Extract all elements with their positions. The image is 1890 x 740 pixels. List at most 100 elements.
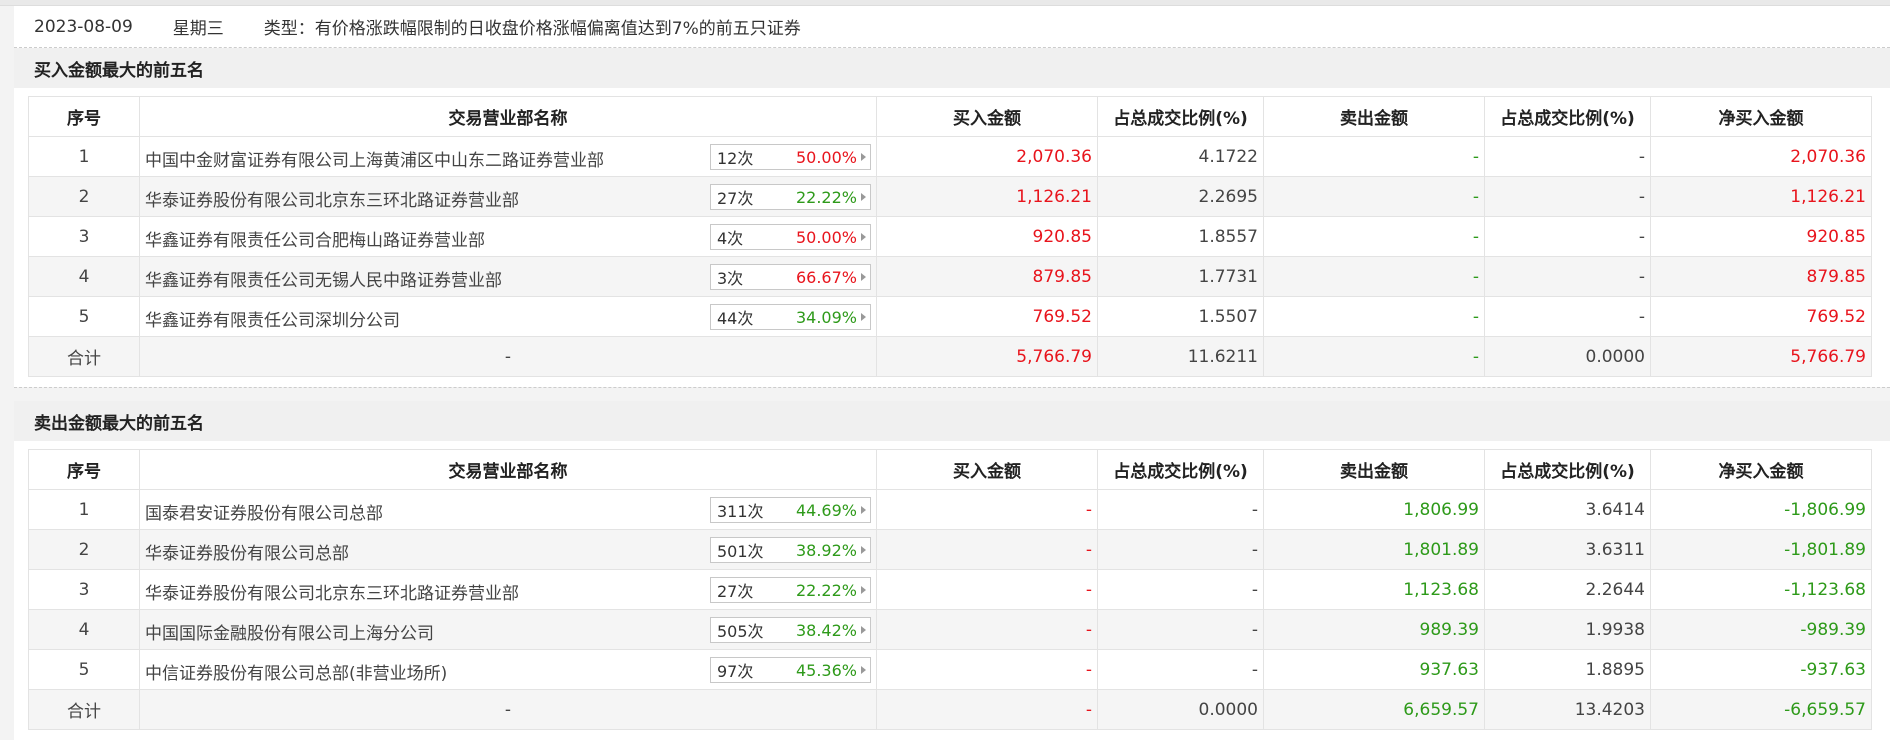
- sell-amount: 937.63: [1263, 649, 1485, 690]
- table-row: 4 华鑫证券有限责任公司无锡人民中路证券营业部 3次 66.67% 879.85 1.77…: [28, 256, 1872, 297]
- total-label: 合计: [28, 689, 140, 730]
- rank-count-badge[interactable]: 311次 44.69%: [710, 497, 871, 523]
- rank-count-badge[interactable]: 501次 38.92%: [710, 537, 871, 563]
- appearance-count: 12次: [717, 149, 754, 168]
- total-sell-amount: 6,659.57: [1263, 689, 1485, 730]
- rank-count-badge[interactable]: 505次 38.42%: [710, 617, 871, 643]
- branch-name-link[interactable]: 中国国际金融股份有限公司上海分公司: [145, 619, 434, 644]
- table-row: 4 中国国际金融股份有限公司上海分公司 505次 38.42% - -989.39 1.99…: [28, 609, 1872, 650]
- buy-table-body: 1 中国中金财富证券有限公司上海黄浦区中山东二路证券营业部 12次 50.00% 2,0…: [28, 136, 1872, 377]
- buy-table-box: 序号 交易营业部名称 买入金额 占总成交比例(%) 卖出金额 占总成交比例(%)…: [14, 88, 1890, 387]
- net-amount: 1,126.21: [1650, 176, 1872, 217]
- branch-name-cell: 国泰君安证券股份有限公司总部 311次 44.69%: [139, 489, 877, 530]
- total-label: 合计: [28, 336, 140, 377]
- rank-count-badge[interactable]: 97次 45.36%: [710, 657, 871, 683]
- buy-ratio: 4.1722: [1097, 136, 1264, 177]
- appearance-count: 3次: [717, 269, 744, 288]
- net-amount: -1,801.89: [1650, 529, 1872, 570]
- rank-count-badge[interactable]: 44次 34.09%: [710, 304, 871, 330]
- col-buy-amount: 买入金额: [876, 449, 1098, 490]
- branch-name-link[interactable]: 华泰证券股份有限公司北京东三环北路证券营业部: [145, 579, 519, 604]
- info-bar: 2023-08-09 星期三 类型：有价格涨跌幅限制的日收盘价格涨幅偏离值达到7…: [14, 6, 1890, 48]
- total-net-amount: -6,659.57: [1650, 689, 1872, 730]
- branch-name-link[interactable]: 华鑫证券有限责任公司深圳分公司: [145, 306, 400, 331]
- col-buy-ratio: 占总成交比例(%): [1097, 96, 1264, 137]
- sell-ratio: -: [1484, 296, 1651, 337]
- rank-count-badge[interactable]: 4次 50.00%: [710, 224, 871, 250]
- badge-percent-wrap: 50.00%: [796, 148, 866, 167]
- col-buy-amount: 买入金额: [876, 96, 1098, 137]
- buy-ratio: -: [1097, 569, 1264, 610]
- branch-name-cell: 华鑫证券有限责任公司无锡人民中路证券营业部 3次 66.67%: [139, 256, 877, 297]
- col-sell-ratio: 占总成交比例(%): [1484, 449, 1651, 490]
- sell-amount: 989.39: [1263, 609, 1485, 650]
- rank-count-badge[interactable]: 27次 22.22%: [710, 184, 871, 210]
- branch-name-link[interactable]: 国泰君安证券股份有限公司总部: [145, 499, 383, 524]
- sell-ratio: 1.8895: [1484, 649, 1651, 690]
- buy-amount: 769.52: [876, 296, 1098, 337]
- appearance-count: 44次: [717, 309, 754, 328]
- sell-ratio: 3.6414: [1484, 489, 1651, 530]
- table-row: 5 华鑫证券有限责任公司深圳分公司 44次 34.09% 769.52 1.5507- -7…: [28, 296, 1872, 337]
- row-index: 2: [28, 529, 140, 570]
- sell-ratio: 3.6311: [1484, 529, 1651, 570]
- caret-right-icon: [861, 153, 866, 161]
- win-rate-percent: 66.67%: [795, 267, 857, 287]
- branch-name-link[interactable]: 华鑫证券有限责任公司合肥梅山路证券营业部: [145, 226, 485, 251]
- badge-percent-wrap: 38.92%: [796, 541, 866, 560]
- net-amount: 920.85: [1650, 216, 1872, 257]
- badge-percent-wrap: 66.67%: [796, 268, 866, 287]
- sell-ratio: -: [1484, 136, 1651, 177]
- appearance-count: 97次: [717, 662, 754, 681]
- sell-ratio: 1.9938: [1484, 609, 1651, 650]
- branch-name-link[interactable]: 中信证券股份有限公司总部(非营业场所): [145, 659, 447, 684]
- branch-name-cell: 华泰证券股份有限公司北京东三环北路证券营业部 27次 22.22%: [139, 569, 877, 610]
- badge-percent-wrap: 22.22%: [796, 188, 866, 207]
- total-buy-amount: -: [876, 689, 1098, 730]
- branch-name-cell: 中信证券股份有限公司总部(非营业场所) 97次 45.36%: [139, 649, 877, 690]
- sell-table-header: 序号 交易营业部名称 买入金额 占总成交比例(%) 卖出金额 占总成交比例(%)…: [28, 449, 1872, 490]
- buy-amount: -: [876, 489, 1098, 530]
- sell-ratio: -: [1484, 256, 1651, 297]
- row-index: 4: [28, 609, 140, 650]
- total-sell-amount: -: [1263, 336, 1485, 377]
- appearance-count: 27次: [717, 582, 754, 601]
- row-index: 5: [28, 649, 140, 690]
- trade-date: 2023-08-09: [34, 16, 133, 37]
- branch-name-cell: 华泰证券股份有限公司总部 501次 38.92%: [139, 529, 877, 570]
- rank-count-badge[interactable]: 3次 66.67%: [710, 264, 871, 290]
- rank-count-badge[interactable]: 27次 22.22%: [710, 577, 871, 603]
- caret-right-icon: [861, 546, 866, 554]
- sell-amount: 1,123.68: [1263, 569, 1485, 610]
- branch-name-link[interactable]: 中国中金财富证券有限公司上海黄浦区中山东二路证券营业部: [145, 146, 604, 171]
- branch-name-link[interactable]: 华鑫证券有限责任公司无锡人民中路证券营业部: [145, 266, 502, 291]
- sell-amount: -: [1263, 136, 1485, 177]
- badge-percent-wrap: 34.09%: [796, 308, 866, 327]
- net-amount: -1,123.68: [1650, 569, 1872, 610]
- buy-ratio: 1.8557: [1097, 216, 1264, 257]
- branch-name-link[interactable]: 华泰证券股份有限公司总部: [145, 539, 349, 564]
- row-index: 1: [28, 136, 140, 177]
- appearance-count: 27次: [717, 189, 754, 208]
- caret-right-icon: [861, 626, 866, 634]
- sell-table-body: 1 国泰君安证券股份有限公司总部 311次 44.69% - -1,806.99 3.641…: [28, 489, 1872, 730]
- col-index: 序号: [28, 449, 140, 490]
- appearance-count: 4次: [717, 229, 744, 248]
- table-row: 2 华泰证券股份有限公司北京东三环北路证券营业部 27次 22.22% 1,126.21…: [28, 176, 1872, 217]
- col-sell-amount: 卖出金额: [1263, 449, 1485, 490]
- sell-ratio: -: [1484, 176, 1651, 217]
- win-rate-percent: 50.00%: [795, 147, 857, 167]
- branch-name-cell: 中国国际金融股份有限公司上海分公司 505次 38.42%: [139, 609, 877, 650]
- win-rate-percent: 38.92%: [795, 540, 857, 560]
- col-net-amount: 净买入金额: [1650, 449, 1872, 490]
- win-rate-percent: 38.42%: [795, 620, 857, 640]
- badge-percent-wrap: 38.42%: [796, 621, 866, 640]
- appearance-count: 505次: [717, 622, 764, 641]
- rank-count-badge[interactable]: 12次 50.00%: [710, 144, 871, 170]
- appearance-count: 501次: [717, 542, 764, 561]
- branch-name-link[interactable]: 华泰证券股份有限公司北京东三环北路证券营业部: [145, 186, 519, 211]
- caret-right-icon: [861, 586, 866, 594]
- table-row: 3 华泰证券股份有限公司北京东三环北路证券营业部 27次 22.22% - -1,123.…: [28, 569, 1872, 610]
- branch-name-cell: 华泰证券股份有限公司北京东三环北路证券营业部 27次 22.22%: [139, 176, 877, 217]
- sell-amount: -: [1263, 176, 1485, 217]
